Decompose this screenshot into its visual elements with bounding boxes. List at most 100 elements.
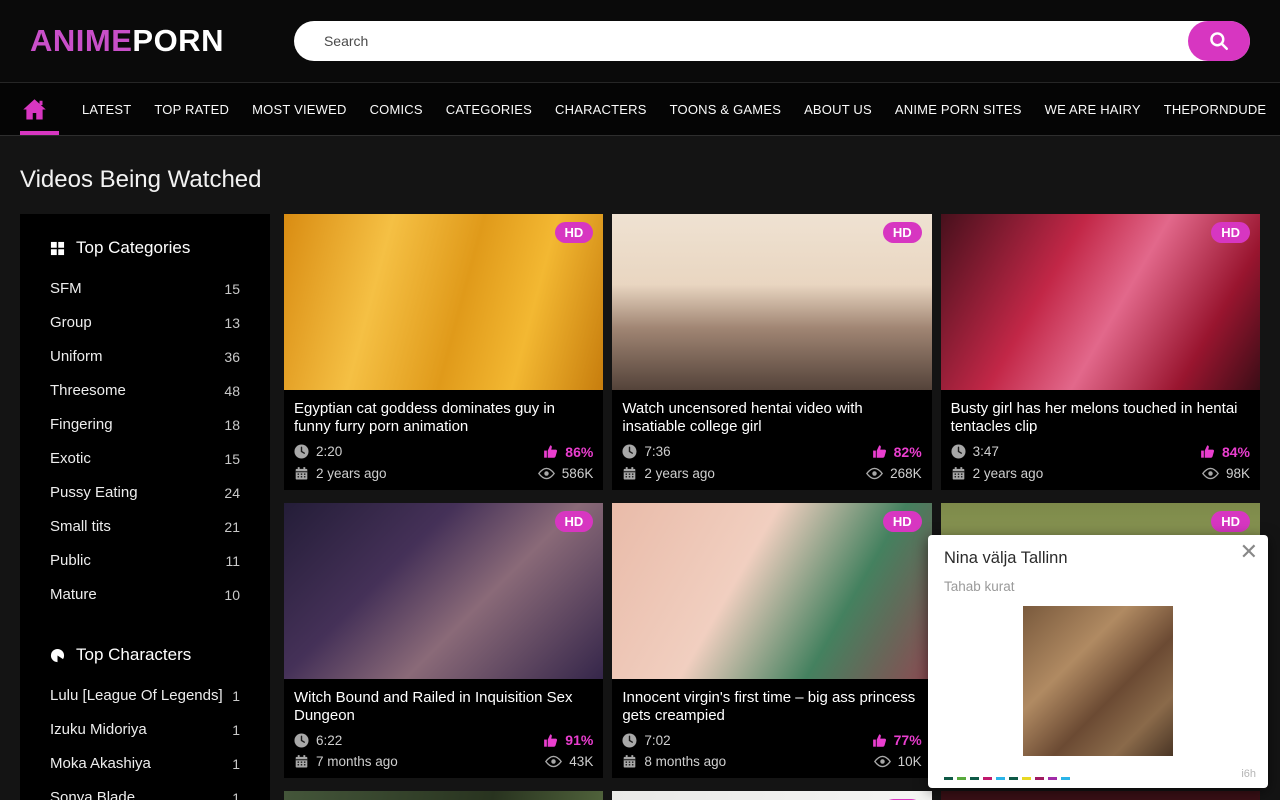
top-categories-header: Top Categories (50, 238, 252, 258)
thumbs-up-icon (872, 733, 887, 748)
video-rating[interactable]: 86% (543, 444, 593, 460)
category-item[interactable]: SFM15 (50, 280, 252, 297)
top-characters-header: Top Characters (50, 645, 252, 665)
video-thumbnail[interactable] (941, 791, 1260, 800)
video-views: 10K (874, 754, 922, 769)
video-views: 98K (1202, 466, 1250, 481)
video-views: 43K (545, 754, 593, 769)
hd-badge: HD (883, 222, 922, 243)
video-age: 2 years ago (951, 466, 1044, 481)
logo-part-porn: PORN (132, 23, 224, 58)
eye-icon (874, 755, 891, 768)
hd-badge: HD (1211, 222, 1250, 243)
video-card[interactable] (941, 791, 1260, 800)
video-views: 268K (866, 466, 922, 481)
calendar-icon (622, 754, 637, 769)
category-item[interactable]: Pussy Eating24 (50, 484, 252, 501)
thumbs-up-icon (543, 444, 558, 459)
ad-image[interactable] (1023, 606, 1173, 756)
video-rating[interactable]: 77% (872, 732, 922, 748)
video-thumbnail[interactable]: HD (612, 214, 931, 390)
clock-icon (622, 733, 637, 748)
nav-item-categories[interactable]: CATEGORIES (446, 102, 532, 117)
video-card[interactable]: HD Egyptian cat goddess dominates guy in… (284, 214, 603, 490)
category-item[interactable]: Mature10 (50, 586, 252, 603)
search-icon (1209, 31, 1229, 51)
characters-list: Lulu [League Of Legends]1 Izuku Midoriya… (50, 687, 252, 800)
video-title[interactable]: Innocent virgin's first time – big ass p… (612, 679, 931, 730)
thumbs-up-icon (872, 444, 887, 459)
nav-item-comics[interactable]: COMICS (370, 102, 423, 117)
nav-item-characters[interactable]: CHARACTERS (555, 102, 647, 117)
nav-item-toons-games[interactable]: TOONS & GAMES (670, 102, 781, 117)
video-card[interactable]: HD (612, 791, 931, 800)
video-duration: 2:20 (294, 444, 342, 459)
eye-icon (1202, 467, 1219, 480)
search-button[interactable] (1188, 21, 1250, 61)
nav-item-we-are-hairy[interactable]: WE ARE HAIRY (1045, 102, 1141, 117)
video-views: 586K (538, 466, 594, 481)
hd-badge: HD (555, 511, 594, 532)
video-title[interactable]: Busty girl has her melons touched in hen… (941, 390, 1260, 441)
category-item[interactable]: Fingering18 (50, 416, 252, 433)
video-thumbnail[interactable]: HD (612, 503, 931, 679)
nav-item-about-us[interactable]: ABOUT US (804, 102, 872, 117)
category-item[interactable]: Group13 (50, 314, 252, 331)
video-duration: 3:47 (951, 444, 999, 459)
nav-item-top-rated[interactable]: TOP RATED (154, 102, 229, 117)
video-title[interactable]: Egyptian cat goddess dominates guy in fu… (284, 390, 603, 441)
video-rating[interactable]: 84% (1200, 444, 1250, 460)
category-item[interactable]: Threesome48 (50, 382, 252, 399)
top-characters-title: Top Characters (76, 645, 191, 665)
video-thumbnail[interactable] (284, 791, 603, 800)
character-item[interactable]: Moka Akashiya1 (50, 755, 252, 772)
ad-footer: i6h (944, 768, 1256, 780)
video-duration: 7:36 (622, 444, 670, 459)
character-item[interactable]: Sonya Blade1 (50, 789, 252, 800)
nav-item-latest[interactable]: LATEST (82, 102, 131, 117)
category-item[interactable]: Public11 (50, 552, 252, 569)
video-thumbnail[interactable]: HD (284, 503, 603, 679)
video-card[interactable]: HD Witch Bound and Railed in Inquisition… (284, 503, 603, 779)
top-categories-title: Top Categories (76, 238, 190, 258)
character-item[interactable]: Lulu [League Of Legends]1 (50, 687, 252, 704)
search-input[interactable] (294, 21, 1250, 61)
video-rating[interactable]: 82% (872, 444, 922, 460)
site-logo[interactable]: ANIMEPORN (30, 23, 224, 59)
category-item[interactable]: Uniform36 (50, 348, 252, 365)
thumbs-up-icon (543, 733, 558, 748)
nav-item-theporndude[interactable]: THEPORNDUDE (1164, 102, 1267, 117)
video-thumbnail[interactable]: HD (284, 214, 603, 390)
video-rating[interactable]: 91% (543, 732, 593, 748)
ad-title[interactable]: Nina välja Tallinn (944, 549, 1252, 568)
video-duration: 6:22 (294, 733, 342, 748)
video-card[interactable]: HD Busty girl has her melons touched in … (941, 214, 1260, 490)
clock-icon (622, 444, 637, 459)
video-card[interactable]: HD Innocent virgin's first time – big as… (612, 503, 931, 779)
categories-list: SFM15 Group13 Uniform36 Threesome48 Fing… (50, 280, 252, 603)
character-item[interactable]: Izuku Midoriya1 (50, 721, 252, 738)
nav-home[interactable] (20, 83, 59, 135)
video-age: 2 years ago (294, 466, 387, 481)
hd-badge: HD (883, 511, 922, 532)
close-icon[interactable]: ✕ (1240, 541, 1258, 563)
characters-icon (50, 648, 65, 663)
video-duration: 7:02 (622, 733, 670, 748)
ad-subtitle: Tahab kurat (944, 579, 1252, 594)
video-title[interactable]: Witch Bound and Railed in Inquisition Se… (284, 679, 603, 730)
logo-part-anime: ANIME (30, 23, 132, 58)
video-thumbnail[interactable]: HD (941, 214, 1260, 390)
video-title[interactable]: Watch uncensored hentai video with insat… (612, 390, 931, 441)
video-card[interactable] (284, 791, 603, 800)
clock-icon (294, 444, 309, 459)
clock-icon (294, 733, 309, 748)
ad-popup: ✕ Nina välja Tallinn Tahab kurat i6h (928, 535, 1268, 788)
category-item[interactable]: Exotic15 (50, 450, 252, 467)
video-card[interactable]: HD Watch uncensored hentai video with in… (612, 214, 931, 490)
video-thumbnail[interactable]: HD (612, 791, 931, 800)
nav-item-most-viewed[interactable]: MOST VIEWED (252, 102, 346, 117)
hd-badge: HD (1211, 511, 1250, 532)
category-item[interactable]: Small tits21 (50, 518, 252, 535)
nav-item-anime-porn-sites[interactable]: ANIME PORN SITES (895, 102, 1022, 117)
hd-badge: HD (555, 222, 594, 243)
